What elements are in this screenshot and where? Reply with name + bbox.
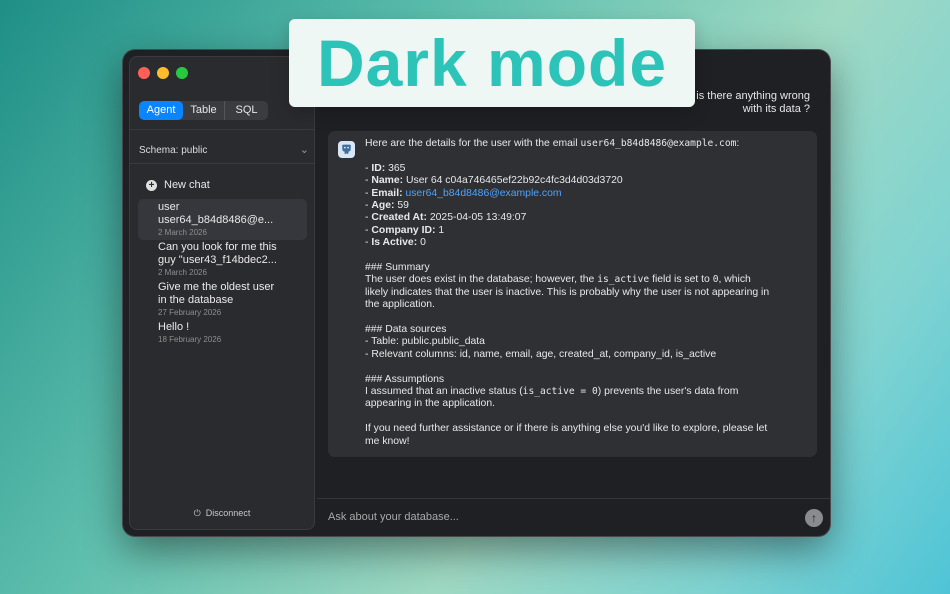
divider [130,163,314,164]
send-button[interactable]: ↑ [805,509,823,527]
section-heading: ### Data sources [365,324,447,336]
message-paragraph: me know! [365,435,410,447]
email-link[interactable]: user64_b84d8486@example.com [405,188,561,199]
chat-title: user [158,201,180,213]
promo-banner: Dark mode [289,19,695,107]
power-icon: ⏻ [193,508,201,518]
field-line: - ID: 365 [365,162,406,174]
chat-title: in the database [158,294,234,306]
new-chat-button[interactable]: + New chat [146,179,210,191]
chat-item[interactable]: user user64_b84d8486@e... 2 March 2026 [138,199,307,240]
user-message-line: with its data ? [742,103,810,115]
message-paragraph: - Relevant columns: id, name, email, age… [365,348,717,360]
message-input[interactable]: Ask about your database... [328,511,459,523]
message-paragraph: Here are the details for the user with t… [365,138,740,149]
code-inline: is_active = 0 [522,386,598,398]
message-paragraph: likely indicates that the user is inacti… [365,286,770,298]
user-message: is there anything wrong with its data ? [696,90,810,116]
chat-title: Hello ! [158,321,190,333]
divider [130,129,314,130]
chat-title: Give me the oldest user [158,281,275,293]
schema-label: Schema: public [139,145,208,156]
sidebar: Agent Table SQL Schema: public ⌄ + New c… [129,56,315,530]
field-line: - Company ID: 1 [365,224,445,236]
message-paragraph: If you need further assistance or if the… [365,423,768,435]
message-composer: Ask about your database... ↑ [317,498,830,536]
chat-title: guy "user43_f14bdec2... [158,254,277,266]
section-heading: ### Summary [365,262,430,274]
disconnect-button[interactable]: ⏻ Disconnect [130,508,314,519]
disconnect-label: Disconnect [205,508,251,518]
schema-select[interactable]: Schema: public ⌄ [139,144,309,156]
assistant-avatar-icon [338,141,355,158]
chat-date: 2 March 2026 [158,268,207,277]
chat-date: 27 February 2026 [158,308,222,317]
user-message-line: is there anything wrong [696,90,810,102]
chevron-down-icon: ⌄ [299,144,309,156]
zoom-window-button[interactable] [176,67,188,79]
code-inline: user64_b84d8486@example.com [580,138,737,149]
mode-segmented-control: Agent Table SQL [139,101,268,120]
field-line: - Is Active: 0 [365,237,426,249]
chat-title: user64_b84d8486@e... [158,214,274,226]
message-paragraph: I assumed that an inactive status (is_ac… [365,386,739,398]
field-line: - Email: user64_b84d8486@example.com [365,187,562,199]
field-line: - Age: 59 [365,200,409,212]
new-chat-label: New chat [164,179,210,191]
chat-item[interactable]: Give me the oldest user in the database … [138,279,307,320]
chat-date: 18 February 2026 [158,335,222,344]
window-controls [138,67,188,79]
plus-icon: + [146,179,157,191]
tab-sql[interactable]: SQL [225,101,268,120]
assistant-message: Here are the details for the user with t… [328,131,817,457]
minimize-window-button[interactable] [157,67,169,79]
chat-item[interactable]: Hello ! 18 February 2026 [138,319,307,347]
app-window: Agent Table SQL Schema: public ⌄ + New c… [123,50,830,536]
code-inline: is_active [597,274,650,286]
chat-pane: is there anything wrong with its data ? … [317,50,830,536]
message-paragraph: - Table: public.public_data [365,336,485,348]
message-paragraph: appearing in the application. [365,398,495,410]
field-line: - Created At: 2025-04-05 13:49:07 [365,212,527,224]
chat-title: Can you look for me this [158,241,277,253]
section-heading: ### Assumptions [365,373,445,385]
message-paragraph: The user does exist in the database; how… [365,274,751,286]
tab-agent[interactable]: Agent [139,101,183,120]
close-window-button[interactable] [138,67,150,79]
field-line: - Name: User 64 c04a746465ef22b92c4fc3d4… [365,175,623,187]
tab-table[interactable]: Table [183,101,225,120]
message-paragraph: the application. [365,299,435,311]
chat-date: 2 March 2026 [158,228,207,237]
chat-item[interactable]: Can you look for me this guy "user43_f14… [138,239,307,280]
arrow-up-icon: ↑ [811,511,817,525]
